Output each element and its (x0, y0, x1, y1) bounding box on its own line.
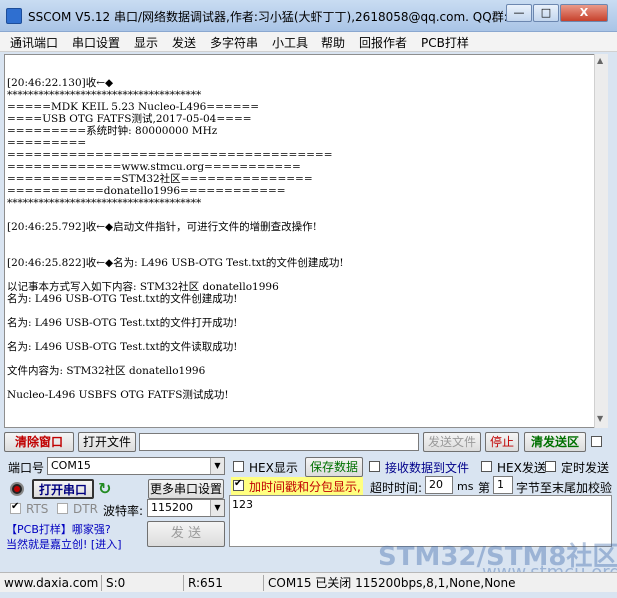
receive-line (7, 329, 344, 341)
status-website[interactable]: www.daxia.com (0, 575, 98, 591)
baud-label: 波特率: (103, 504, 144, 518)
clear-window-button[interactable]: 清除窗口 (4, 432, 74, 452)
chevron-down-icon[interactable]: ▼ (210, 500, 224, 516)
window-title: SSCOM V5.12 串口/网络数据调试器,作者:习小猛(大虾丁丁),2618… (28, 10, 508, 24)
recv-to-file-checkbox[interactable] (369, 461, 380, 472)
dtr-checkbox[interactable] (57, 503, 68, 514)
hex-send-checkbox[interactable] (481, 461, 492, 472)
receive-line: ===========donatello1996============ (7, 185, 286, 197)
rts-label: RTS (26, 502, 49, 516)
receive-line (7, 305, 344, 317)
receive-line (7, 65, 344, 77)
status-bar: www.daxia.com S:0 R:651 COM15 已关闭 115200… (0, 572, 617, 592)
timed-send-label: 定时发送 (561, 461, 610, 475)
receive-line (7, 209, 344, 221)
nth-label: 第 (478, 481, 491, 495)
receive-line (7, 353, 344, 365)
save-data-button[interactable]: 保存数据 (305, 457, 363, 477)
open-file-button[interactable]: 打开文件 (78, 432, 136, 452)
hex-display-label: HEX显示 (249, 461, 298, 475)
hex-display-checkbox[interactable] (233, 461, 244, 472)
receive-line: =============www.stmcu.org=========== (7, 161, 301, 173)
receive-line: ====USB OTG FATFS测试,2017-05-04==== (7, 113, 252, 125)
chevron-down-icon[interactable]: ▼ (210, 458, 224, 474)
receive-text: [20:46:22.130]收←◆ ***********************… (7, 65, 344, 401)
timeout-input[interactable]: 20 (425, 476, 453, 494)
open-port-button[interactable]: 打开串口 (32, 479, 94, 499)
pcb-promo-line1[interactable]: 【PCB打样】哪家强? (6, 521, 111, 537)
port-status-icon (10, 482, 24, 496)
checksum-label: 字节至末尾加校验 (516, 481, 612, 495)
scroll-up-icon[interactable]: ▲ (597, 56, 603, 65)
status-port-info: COM15 已关闭 115200bps,8,1,None,None (263, 575, 516, 591)
clear-send-checkbox[interactable] (591, 436, 602, 447)
receive-line: [20:46:25.822]收←◆名为: L496 USB-OTG Test.t… (7, 257, 344, 269)
file-path-input[interactable] (139, 433, 419, 451)
timestamp-checkbox[interactable] (233, 478, 244, 491)
recv-to-file-label: 接收数据到文件 (385, 461, 470, 475)
title-bar: SSCOM V5.12 串口/网络数据调试器,作者:习小猛(大虾丁丁),2618… (0, 0, 617, 32)
receive-line: 名为: L496 USB-OTG Test.txt的文件读取成功! (7, 341, 238, 353)
menu-serial-settings[interactable]: 串口设置 (72, 34, 120, 51)
menu-send[interactable]: 发送 (172, 34, 196, 51)
timestamp-label: 加时间戳和分包显示, (249, 480, 361, 494)
menu-comm-port[interactable]: 通讯端口 (10, 34, 58, 51)
app-icon (6, 8, 22, 24)
baud-value: 115200 (151, 501, 193, 514)
close-button[interactable]: X (560, 4, 608, 22)
rts-checkbox[interactable] (10, 501, 21, 514)
port-value: COM15 (51, 459, 91, 472)
timed-send-checkbox[interactable] (545, 461, 556, 472)
receive-area[interactable]: [20:46:22.130]收←◆ ***********************… (4, 54, 608, 428)
timeout-label: 超时时间: (370, 481, 423, 495)
dtr-label: DTR (73, 502, 98, 516)
receive-line (7, 269, 344, 281)
receive-line: 文件内容为: STM32社区 donatello1996 (7, 365, 206, 377)
receive-line: ========= (7, 137, 87, 149)
more-settings-button[interactable]: 更多串口设置 (148, 479, 224, 499)
receive-line: Nucleo-L496 USBFS OTG FATFS测试成功! (7, 389, 229, 401)
receive-line: =========系统时钟: 80000000 MHz (7, 125, 218, 137)
receive-line (7, 245, 344, 257)
status-received-count: R:651 (183, 575, 223, 591)
status-sent-count: S:0 (101, 575, 125, 591)
receive-line: ===================================== (7, 149, 333, 161)
send-button[interactable]: 发 送 (147, 521, 225, 547)
receive-line (7, 377, 344, 389)
receive-scrollbar[interactable]: ▲ ▼ (594, 54, 608, 428)
stop-button[interactable]: 停止 (485, 432, 519, 452)
menu-bar: 通讯端口 串口设置 显示 发送 多字符串 小工具 帮助 回报作者 PCB打样 (0, 32, 617, 52)
pcb-promo-line2[interactable]: 当然就是嘉立创! [进入] (6, 536, 122, 552)
send-file-button[interactable]: 发送文件 (423, 432, 481, 452)
menu-help[interactable]: 帮助 (321, 34, 345, 51)
refresh-icon[interactable]: ↻ (98, 479, 111, 498)
receive-line: [20:46:25.792]收←◆启动文件指针，可进行文件的增删查改操作! (7, 221, 317, 233)
clear-send-button[interactable]: 清发送区 (524, 432, 586, 452)
menu-pcb[interactable]: PCB打样 (421, 34, 469, 51)
minimize-button[interactable]: — (506, 4, 532, 22)
baud-select[interactable]: 115200 ▼ (147, 499, 225, 517)
port-select[interactable]: COM15 ▼ (47, 457, 225, 475)
receive-line: ************************************* (7, 197, 202, 209)
nth-byte-input[interactable]: 1 (493, 476, 513, 494)
scroll-down-icon[interactable]: ▼ (597, 414, 603, 423)
menu-tools[interactable]: 小工具 (272, 34, 308, 51)
receive-line (7, 233, 344, 245)
receive-line: 名为: L496 USB-OTG Test.txt的文件打开成功! (7, 317, 238, 329)
maximize-button[interactable]: □ (533, 4, 559, 22)
receive-line: =============STM32社区=============== (7, 173, 313, 185)
receive-line: [20:46:22.130]收←◆ (7, 77, 114, 89)
menu-feedback[interactable]: 回报作者 (359, 34, 407, 51)
port-label: 端口号 (8, 461, 45, 475)
receive-line: ************************************* (7, 89, 202, 101)
receive-line: 名为: L496 USB-OTG Test.txt的文件创建成功! (7, 293, 238, 305)
menu-display[interactable]: 显示 (134, 34, 158, 51)
hex-send-label: HEX发送 (497, 461, 546, 475)
menu-multi-string[interactable]: 多字符串 (210, 34, 258, 51)
receive-line: =====MDK KEIL 5.23 Nucleo-L496====== (7, 101, 260, 113)
timeout-unit: ms (457, 480, 474, 493)
receive-line: 以记事本方式写入如下内容: STM32社区 donatello1996 (7, 281, 279, 293)
